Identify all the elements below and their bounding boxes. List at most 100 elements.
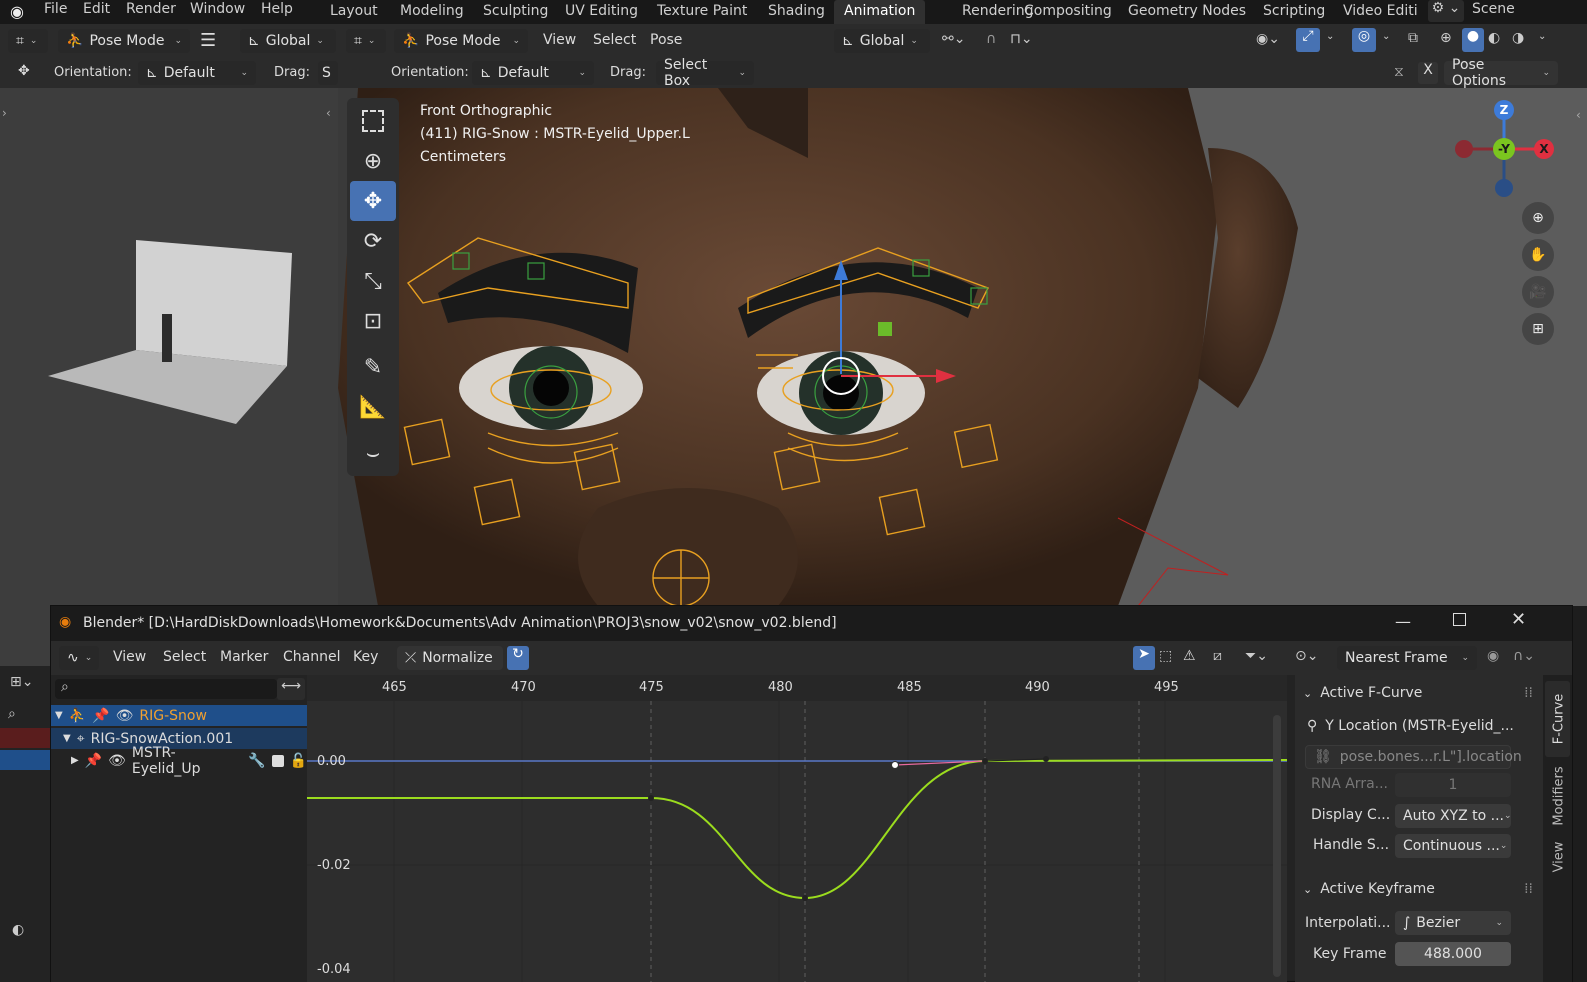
filter-icon[interactable]: ⏷⌄ <box>1245 648 1268 664</box>
chevron-down-icon[interactable]: ⌄ <box>1326 31 1334 42</box>
menu-select[interactable]: Select <box>593 32 636 48</box>
pan-hand-icon[interactable]: ✋ <box>1522 239 1554 271</box>
drag-dropdown[interactable]: Select Box ⌄ <box>656 57 754 89</box>
tab-geometry-nodes[interactable]: Geometry Nodes <box>1128 0 1246 24</box>
mirror-x-toggle[interactable]: X <box>1418 62 1438 84</box>
menu-select[interactable]: Select <box>163 649 206 665</box>
tab-texture-paint[interactable]: Texture Paint <box>657 0 747 24</box>
solid-shading-icon[interactable]: ● <box>1462 28 1484 52</box>
camera-view-icon[interactable]: 🎥 <box>1522 276 1554 308</box>
snap-mode-dropdown[interactable]: Nearest Frame ⌄ <box>1337 646 1477 670</box>
active-keyframe-panel-header[interactable]: ⌄ Active Keyframe ⁞⁞ <box>1303 877 1533 901</box>
mirror-icon[interactable]: ⧖ <box>1394 64 1404 80</box>
tab-shading[interactable]: Shading <box>768 0 825 24</box>
tab-scripting[interactable]: Scripting <box>1263 0 1325 24</box>
editor-type-icon[interactable]: ⌗ ⌄ <box>8 29 48 53</box>
transform-orientation-dropdown[interactable]: ⊾ Global ⌄ <box>834 29 930 53</box>
graph-editor-type-icon[interactable]: ∿ ⌄ <box>59 646 99 670</box>
menu-file[interactable]: File <box>44 1 67 17</box>
measure-tool-icon[interactable]: 📐 <box>350 387 396 427</box>
tab-uv-editing[interactable]: UV Editing <box>565 0 638 24</box>
scale-tool-icon[interactable]: ⤡ <box>350 261 396 301</box>
only-errors-icon[interactable]: ⚠ <box>1183 648 1196 664</box>
sidebar-toggle-arrow-icon[interactable]: ‹ <box>1576 108 1581 122</box>
auto-normalize-icon[interactable]: ↻ <box>507 646 529 670</box>
left-mode-dropdown[interactable]: ⛹ Pose Mode ⌄ <box>58 29 190 53</box>
transform-tool-icon[interactable]: ⊡ <box>350 301 396 341</box>
gizmo-toggle-icon[interactable]: ⤢ <box>1296 28 1320 52</box>
tab-fcurve[interactable]: F-Curve <box>1545 681 1570 757</box>
pin-icon[interactable]: 📌 <box>92 708 109 724</box>
falloff-icon[interactable]: ∩⌄ <box>1513 648 1535 664</box>
menu-key[interactable]: Key <box>353 649 378 665</box>
material-shading-icon[interactable]: ◐ <box>1488 30 1500 46</box>
lock-icon[interactable]: 🔓 <box>290 753 307 769</box>
swap-filter-icon[interactable]: ⟷ <box>277 678 305 700</box>
modifier-wrench-icon[interactable]: 🔧 <box>248 753 265 769</box>
expand-right-arrow-icon[interactable]: ‹ <box>326 106 331 120</box>
timeline-icon[interactable]: ◐ <box>12 922 24 938</box>
snap-target-icon[interactable]: ⊓⌄ <box>1010 31 1033 47</box>
handle-point[interactable] <box>1043 756 1049 762</box>
pivot-icon[interactable]: ⚯⌄ <box>942 31 965 47</box>
main-orientation-dropdown[interactable]: ⊾ Default ⌄ <box>472 61 594 85</box>
normalize-toggle[interactable]: ⤫ Normalize <box>397 646 503 670</box>
pin-icon[interactable]: 📌 <box>85 753 102 769</box>
data-path-field[interactable]: ⛓ pose.bones...r.L"].location <box>1305 745 1522 769</box>
create-ghost-curves-icon[interactable]: ⧄ <box>1213 648 1222 664</box>
outliner-row-rig[interactable] <box>0 750 50 770</box>
graph-area[interactable]: 465 470 475 480 485 490 495 0.00 -0.02 -… <box>307 675 1287 982</box>
menu-view[interactable]: View <box>113 649 146 665</box>
keyframe-point[interactable] <box>982 758 988 764</box>
overlays-toggle-icon[interactable]: ◎ <box>1352 28 1376 52</box>
left-drag-dropdown[interactable]: S <box>318 61 338 85</box>
keyframe-point[interactable] <box>648 795 654 801</box>
menu-edit[interactable]: Edit <box>83 1 110 17</box>
cursor-tool-icon[interactable]: ⊕ <box>350 141 396 181</box>
scene-selector-icon[interactable]: ⚙ ⌄ <box>1428 0 1464 22</box>
menu-marker[interactable]: Marker <box>220 649 268 665</box>
channel-row-rig-snow[interactable]: ▼ ⛹ 📌 👁 RIG-Snow <box>51 705 307 726</box>
menu-window[interactable]: Window <box>190 1 245 17</box>
menu-channel[interactable]: Channel <box>283 649 340 665</box>
disclosure-triangle-icon[interactable]: ▼ <box>63 733 71 744</box>
tab-animation[interactable]: Animation <box>834 0 926 24</box>
tab-video-editing[interactable]: Video Editi <box>1343 0 1418 24</box>
key-frame-field[interactable]: 488.000 <box>1395 942 1511 966</box>
eye-icon[interactable]: 👁 <box>116 708 134 724</box>
channel-search-input[interactable]: ⌕ <box>55 679 277 699</box>
gizmo-y-axis[interactable]: -Y <box>1493 138 1515 160</box>
xray-toggle-icon[interactable]: ⧉ <box>1408 30 1418 46</box>
drag-handle-icon[interactable]: ⁞⁞ <box>1524 685 1533 701</box>
maximize-button[interactable] <box>1453 613 1466 626</box>
pivot-icon[interactable]: ⊙⌄ <box>1295 648 1318 664</box>
ortho-grid-icon[interactable]: ⊞ <box>1522 313 1554 345</box>
hamburger-menu-icon[interactable]: ☰ <box>200 30 216 51</box>
zoom-icon[interactable]: ⊕ <box>1522 202 1554 234</box>
blender-logo-icon[interactable]: ◉ <box>10 2 24 21</box>
interpolation-dropdown[interactable]: ∫ Bezier ⌄ <box>1395 911 1511 935</box>
search-icon[interactable]: ⌕ <box>8 706 16 722</box>
handle-point[interactable] <box>891 761 899 769</box>
scene-name[interactable]: Scene <box>1472 1 1515 17</box>
y-location-curve[interactable] <box>307 759 1287 900</box>
move-tool-icon[interactable]: ✥ <box>350 181 396 221</box>
show-hidden-icon[interactable]: ⬚ <box>1159 648 1172 664</box>
handle-smoothing-dropdown[interactable]: Continuous ... ⌄ <box>1395 834 1511 858</box>
left-orientation-dropdown[interactable]: ⊾ Default ⌄ <box>138 61 256 85</box>
only-selected-icon[interactable]: ➤ <box>1133 646 1155 670</box>
editor-type-icon[interactable]: ⊞⌄ <box>10 674 33 690</box>
left-orientation-global-dropdown[interactable]: ⊾ Global ⌄ <box>240 29 336 53</box>
tab-sculpting[interactable]: Sculpting <box>483 0 548 24</box>
menu-pose[interactable]: Pose <box>650 32 682 48</box>
select-box-tool-icon[interactable] <box>350 101 396 141</box>
display-color-dropdown[interactable]: Auto XYZ to ... ⌄ <box>1395 804 1512 828</box>
rna-array-index-field[interactable]: 1 <box>1395 773 1511 797</box>
chevron-down-icon[interactable]: ⌄ <box>1538 31 1546 42</box>
menu-help[interactable]: Help <box>261 1 293 17</box>
gizmo-z-axis[interactable]: Z <box>1494 100 1514 120</box>
minimize-button[interactable]: — <box>1395 612 1411 631</box>
tab-rendering[interactable]: Rendering <box>962 0 1034 24</box>
left-viewport-canvas[interactable]: › ‹ <box>0 88 338 666</box>
mute-checkbox[interactable] <box>271 754 284 767</box>
